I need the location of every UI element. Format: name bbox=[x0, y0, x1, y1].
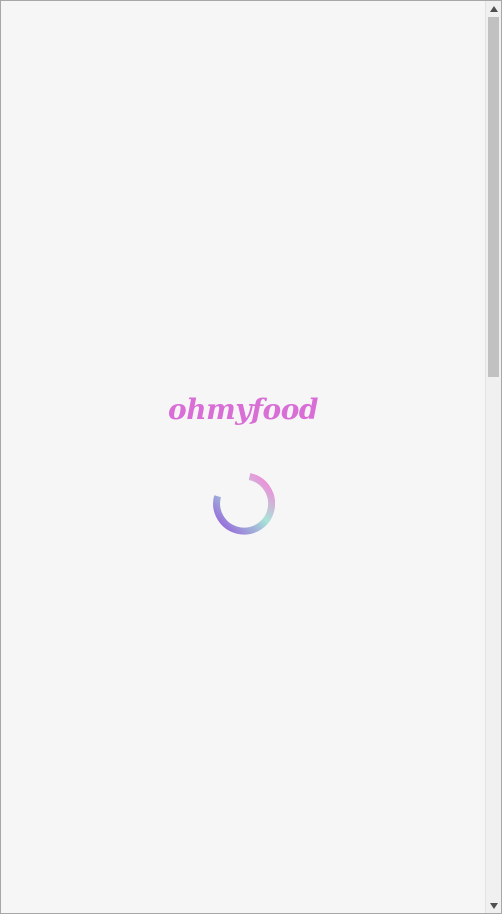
vertical-scrollbar[interactable] bbox=[485, 1, 501, 913]
triangle-up-icon[interactable] bbox=[486, 1, 501, 16]
spinner-arc bbox=[213, 473, 275, 535]
loading-spinner-icon bbox=[213, 473, 275, 535]
browser-window: ohmyfood bbox=[0, 0, 502, 914]
loading-screen: ohmyfood bbox=[1, 1, 485, 913]
triangle-down-icon[interactable] bbox=[486, 898, 501, 913]
scrollbar-thumb[interactable] bbox=[488, 17, 499, 377]
ohmyfood-logo: ohmyfood bbox=[168, 393, 318, 426]
